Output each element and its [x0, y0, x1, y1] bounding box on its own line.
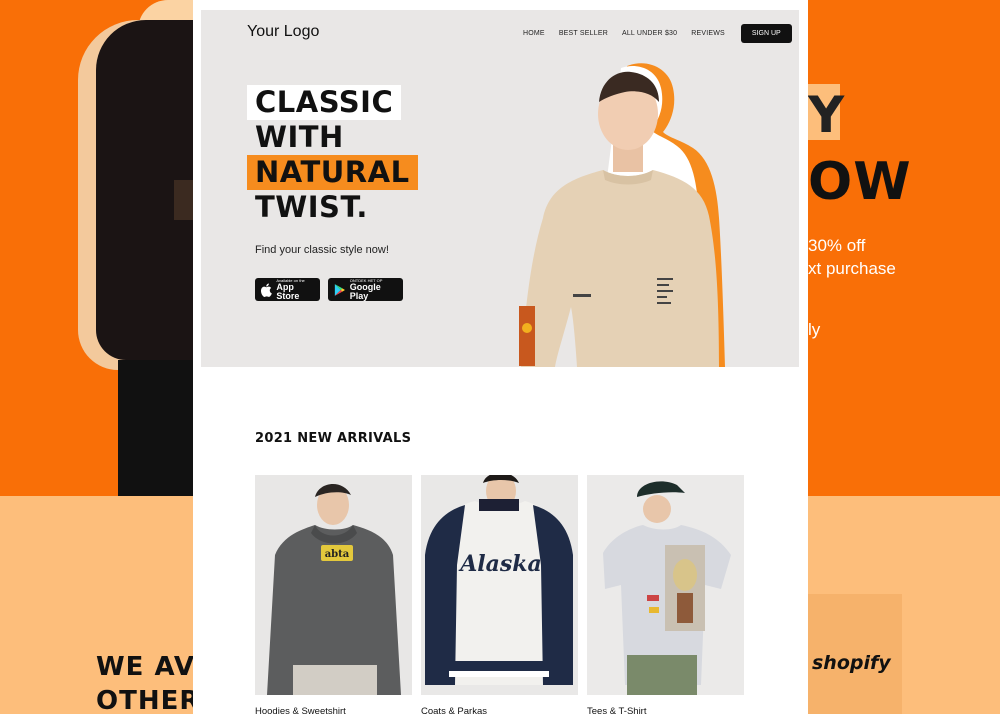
shopify-logo: shopify	[812, 652, 891, 674]
product-label-coats[interactable]: Coats & Parkas	[421, 706, 578, 714]
hero-tagline: Find your classic style now!	[255, 244, 389, 256]
background-heading-line-2: OW	[808, 152, 912, 212]
app-store-button[interactable]: Available on the App Store	[255, 278, 320, 301]
product-label-hoodies[interactable]: Hoodies & Sweetshirt	[255, 706, 412, 714]
background-offer-line-2: xt purchase	[808, 259, 896, 278]
hero-model-image	[519, 63, 725, 367]
headline-line-3: NATURAL	[247, 155, 418, 190]
background-heading-line-1: Y	[808, 86, 845, 144]
background-footer-heading-2: OTHER	[96, 686, 201, 714]
product-card-tees[interactable]: Tees & T-Shirt	[587, 475, 744, 714]
product-image-coat: Alaska	[421, 475, 578, 695]
coat-print: Alaska	[458, 551, 542, 577]
product-card-hoodies[interactable]: abta Hoodies & Sweetshirt	[255, 475, 412, 714]
headline-line-4: TWIST.	[255, 190, 368, 224]
apple-icon	[261, 283, 272, 297]
app-store-label: App Store	[276, 281, 300, 301]
background-model-image	[78, 0, 208, 496]
product-card-coats[interactable]: Alaska Coats & Parkas	[421, 475, 578, 714]
nav-reviews[interactable]: REVIEWS	[691, 30, 725, 37]
hero-section: Your Logo HOME BEST SELLER ALL UNDER $30…	[201, 10, 799, 367]
headline-line-1: CLASSIC	[247, 85, 402, 120]
sign-up-button[interactable]: SIGN UP	[740, 24, 792, 43]
nav-best-seller[interactable]: BEST SELLER	[559, 30, 608, 37]
product-image-tee	[587, 475, 744, 695]
nav-home[interactable]: HOME	[523, 30, 545, 37]
hero-headline: CLASSIC WITH NATURAL TWIST.	[247, 85, 418, 225]
headline-line-2: WITH	[255, 120, 344, 154]
site-logo[interactable]: Your Logo	[247, 23, 319, 41]
product-label-tees[interactable]: Tees & T-Shirt	[587, 706, 744, 714]
background-offer-line-3: ly	[808, 320, 821, 339]
landing-page-card: Your Logo HOME BEST SELLER ALL UNDER $30…	[193, 0, 808, 714]
background-offer-line-1: 30% off	[808, 236, 866, 255]
main-nav: HOME BEST SELLER ALL UNDER $30 REVIEWS S…	[523, 24, 792, 43]
google-play-label: Google Play	[349, 281, 381, 301]
google-play-icon	[334, 283, 345, 296]
hoodie-print: abta	[325, 549, 350, 560]
google-play-button[interactable]: ONTDEK HET OP Google Play	[328, 278, 403, 301]
new-arrivals-title: 2021 NEW ARRIVALS	[255, 431, 412, 446]
product-image-hoodie: abta	[255, 475, 412, 695]
nav-all-under-30[interactable]: ALL UNDER $30	[622, 30, 677, 37]
